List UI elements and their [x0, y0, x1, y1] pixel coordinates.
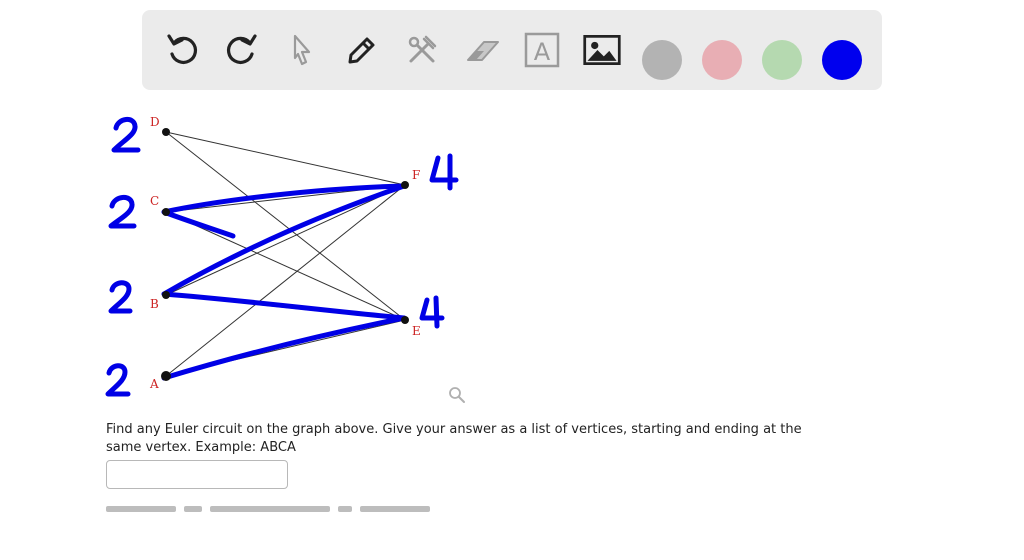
vertex-labels: D C B A F E [149, 115, 421, 391]
vertex-label-a: A [149, 377, 159, 391]
vertex-b[interactable] [162, 291, 170, 299]
vertex-d[interactable] [162, 128, 170, 136]
ink-stroke-b-e [161, 291, 407, 321]
vertex-a[interactable] [161, 371, 171, 381]
degree-annotation-b [108, 280, 133, 314]
question-help-links-cutoff [106, 506, 456, 512]
edge-d-f [165, 131, 406, 186]
degree-annotation-e [419, 295, 445, 329]
ink-strokes [105, 117, 459, 397]
graph-edges [165, 131, 406, 377]
vertex-label-f: F [412, 168, 420, 182]
degree-annotation-a [105, 363, 131, 397]
question-text: Find any Euler circuit on the graph abov… [106, 422, 802, 455]
vertex-c[interactable] [162, 208, 170, 216]
vertex-label-e: E [412, 324, 421, 338]
graph-canvas[interactable]: D C B A F E [0, 0, 1024, 420]
degree-annotation-f [429, 153, 459, 191]
degree-annotation-c [108, 195, 137, 229]
zoom-icon[interactable] [448, 386, 466, 404]
vertex-label-b: B [150, 297, 159, 311]
vertex-label-d: D [150, 115, 160, 129]
degree-annotation-d [111, 117, 141, 153]
edge-b-f [165, 184, 406, 296]
edge-a-f [165, 184, 406, 377]
vertex-label-c: C [150, 194, 159, 208]
vertex-f[interactable] [401, 181, 409, 189]
ink-stroke-c-tail [161, 209, 236, 239]
answer-input[interactable] [106, 460, 288, 489]
vertex-e[interactable] [401, 316, 409, 324]
